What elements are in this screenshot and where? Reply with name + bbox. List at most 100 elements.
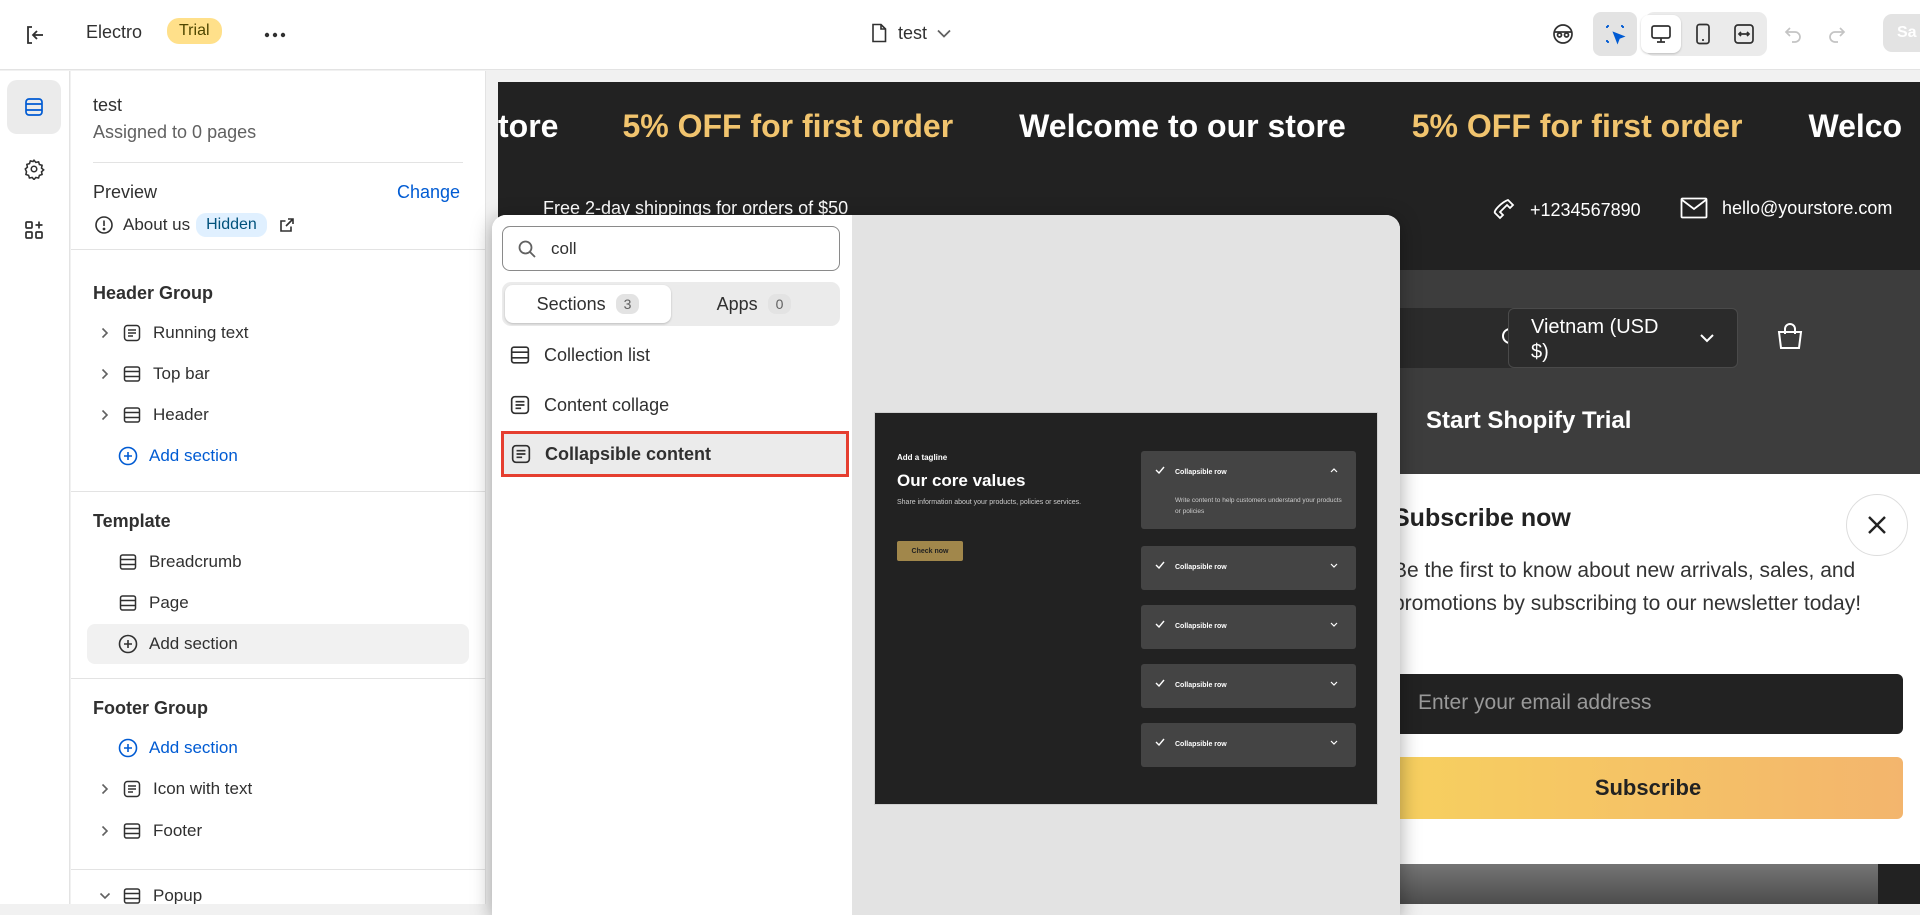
subscribe-button[interactable]: Subscribe bbox=[1393, 757, 1903, 819]
divider bbox=[71, 678, 485, 679]
plus-circle-icon bbox=[117, 446, 139, 466]
mobile-view-icon[interactable] bbox=[1683, 12, 1723, 56]
add-section-header-group[interactable]: Add section bbox=[117, 436, 238, 476]
more-actions-icon[interactable] bbox=[260, 20, 290, 50]
preview-page-name: About us bbox=[123, 215, 191, 234]
chevron-right-icon[interactable] bbox=[93, 368, 117, 380]
divider bbox=[71, 491, 485, 492]
check-icon bbox=[1155, 466, 1165, 474]
start-trial-link[interactable]: Start Shopify Trial bbox=[1426, 407, 1631, 435]
country-selector[interactable]: Vietnam (USD $) bbox=[1508, 308, 1738, 368]
header-group-title: Header Group bbox=[93, 283, 214, 303]
chevron-right-icon[interactable] bbox=[93, 825, 117, 837]
add-section-picker: coll Sections 3 Apps 0 Collection list C… bbox=[492, 215, 1400, 915]
preview-row: Collapsible row bbox=[1141, 605, 1356, 649]
chevron-down-icon bbox=[1330, 563, 1338, 568]
popup-title: Subscribe now bbox=[1393, 504, 1571, 532]
template-group-title: Template bbox=[93, 511, 171, 531]
section-search-input[interactable]: coll bbox=[502, 226, 840, 271]
text-section-icon bbox=[511, 444, 531, 464]
phone-icon bbox=[1490, 197, 1516, 223]
popup-text: Be the first to know about new arrivals,… bbox=[1393, 559, 1862, 615]
chevron-down-icon bbox=[1330, 740, 1338, 745]
hero-image bbox=[1398, 862, 1878, 904]
check-icon bbox=[1155, 620, 1165, 628]
assigned-pages: Assigned to 0 pages bbox=[93, 122, 257, 142]
add-section-footer-group[interactable]: Add section bbox=[117, 728, 238, 768]
tree-item-top-bar[interactable]: Top bar bbox=[93, 354, 210, 394]
page-icon bbox=[870, 23, 888, 43]
tab-apps[interactable]: Apps 0 bbox=[671, 285, 837, 323]
page-name: test bbox=[898, 22, 928, 43]
page-selector[interactable]: test bbox=[870, 18, 951, 48]
chevron-down-icon bbox=[1330, 681, 1338, 686]
divider bbox=[93, 162, 463, 163]
result-collection-list[interactable]: Collection list bbox=[502, 332, 842, 378]
sections-icon[interactable] bbox=[7, 80, 61, 134]
tree-item-icon-with-text[interactable]: Icon with text bbox=[93, 769, 252, 809]
chevron-up-icon bbox=[1330, 468, 1338, 473]
change-preview-link[interactable]: Change bbox=[397, 182, 460, 203]
section-tree-panel: test Assigned to 0 pages Preview Change … bbox=[71, 71, 486, 904]
popup-email-input[interactable]: Enter your email address bbox=[1393, 674, 1903, 734]
alert-circle-icon bbox=[93, 215, 115, 235]
layout-section-icon bbox=[117, 594, 139, 612]
tree-item-footer[interactable]: Footer bbox=[93, 811, 202, 851]
tree-item-header[interactable]: Header bbox=[93, 395, 209, 435]
preview-row-open: Collapsible row Write content to help cu… bbox=[1141, 451, 1356, 529]
undo-icon[interactable] bbox=[1773, 12, 1813, 56]
add-section-template[interactable]: Add section bbox=[87, 624, 469, 664]
store-name: Electro bbox=[86, 22, 143, 42]
chevron-down-icon bbox=[1700, 334, 1714, 343]
gear-icon[interactable] bbox=[7, 142, 61, 196]
chevron-right-icon[interactable] bbox=[93, 409, 117, 421]
tree-item-popup[interactable]: Popup bbox=[93, 876, 202, 904]
chevron-down-icon[interactable] bbox=[93, 892, 117, 900]
external-link-icon[interactable] bbox=[279, 217, 295, 233]
preview-row: Collapsible row bbox=[1141, 664, 1356, 708]
result-content-collage[interactable]: Content collage bbox=[502, 382, 842, 428]
preview-row: Collapsible row bbox=[1141, 546, 1356, 590]
plus-circle-icon bbox=[117, 738, 139, 758]
desktop-view-icon[interactable] bbox=[1641, 15, 1681, 53]
phone-contact[interactable]: +1234567890 bbox=[1490, 197, 1641, 223]
mail-icon bbox=[1680, 197, 1708, 219]
layout-section-icon bbox=[121, 822, 143, 840]
text-section-icon bbox=[121, 324, 143, 342]
footer-group-title: Footer Group bbox=[93, 698, 208, 718]
redo-icon[interactable] bbox=[1817, 12, 1857, 56]
full-width-view-icon[interactable] bbox=[1724, 12, 1764, 56]
chevron-right-icon[interactable] bbox=[93, 327, 117, 339]
chevron-right-icon[interactable] bbox=[93, 783, 117, 795]
status-badge: Hidden bbox=[196, 213, 267, 237]
tree-item-running-text[interactable]: Running text bbox=[93, 313, 248, 353]
layout-section-icon bbox=[121, 887, 143, 904]
tab-count: 0 bbox=[767, 294, 792, 314]
check-icon bbox=[1155, 738, 1165, 746]
editor-icon-rail bbox=[0, 71, 70, 904]
tree-item-breadcrumb[interactable]: Breadcrumb bbox=[117, 542, 242, 582]
running-text-marquee: tore 5% OFF for first order Welcome to our… bbox=[498, 108, 1903, 144]
newsletter-popup: Subscribe now Be the first to know about… bbox=[1358, 474, 1920, 864]
ai-assistant-icon[interactable] bbox=[1541, 12, 1585, 56]
email-contact[interactable]: hello@yourstore.com bbox=[1680, 197, 1892, 219]
chevron-down-icon bbox=[937, 29, 951, 38]
save-button[interactable]: Sa bbox=[1883, 14, 1920, 52]
preview-row: Collapsible row bbox=[1141, 723, 1356, 767]
check-icon bbox=[1155, 561, 1165, 569]
chevron-down-icon bbox=[1330, 622, 1338, 627]
preview-page: About us Hidden bbox=[93, 205, 295, 245]
text-section-icon bbox=[121, 780, 143, 798]
preview-label: Preview bbox=[93, 182, 158, 202]
plus-circle-icon bbox=[117, 634, 139, 654]
cart-icon[interactable] bbox=[1775, 322, 1805, 352]
apps-icon[interactable] bbox=[7, 203, 61, 257]
exit-icon[interactable] bbox=[20, 20, 50, 50]
close-icon[interactable] bbox=[1846, 494, 1908, 556]
picker-preview-pane: Add a tagline Our core values Share info… bbox=[852, 215, 1400, 915]
tree-item-page[interactable]: Page bbox=[117, 583, 189, 623]
inspector-icon[interactable] bbox=[1593, 12, 1637, 56]
tab-sections[interactable]: Sections 3 bbox=[505, 285, 671, 323]
result-collapsible-content[interactable]: Collapsible content bbox=[501, 431, 849, 477]
divider bbox=[71, 249, 485, 250]
